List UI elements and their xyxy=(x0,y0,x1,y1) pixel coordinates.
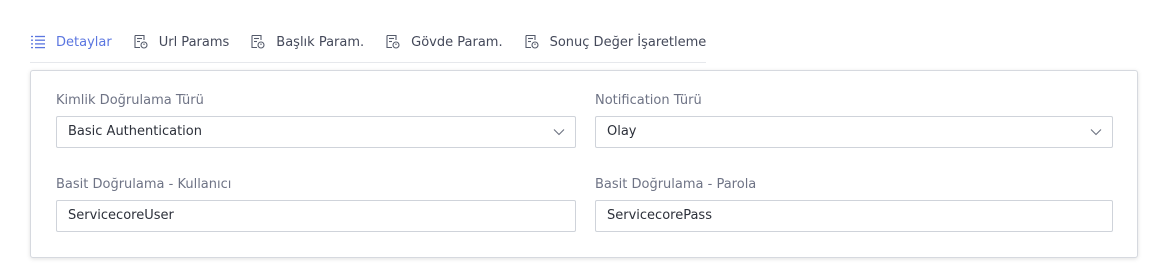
field-label: Basit Doğrulama - Kullanıcı xyxy=(56,177,232,192)
input-value: ServicecoreUser xyxy=(68,208,174,223)
select-value: Basic Authentication xyxy=(68,124,202,139)
tab-details[interactable]: Detaylar xyxy=(30,24,112,60)
tab-label: Url Params xyxy=(158,34,230,50)
tab-label: Gövde Param. xyxy=(411,34,503,50)
field-label: Notification Türü xyxy=(595,93,702,108)
tab-label: Başlık Param. xyxy=(276,34,365,50)
auth-type-select[interactable]: Basic Authentication xyxy=(56,116,576,148)
tab-label: Sonuç Değer İşaretleme xyxy=(549,34,707,50)
chevron-down-icon xyxy=(553,129,565,136)
tab-result-value-marking[interactable]: Sonuç Değer İşaretleme xyxy=(524,24,707,60)
params-icon xyxy=(385,34,401,50)
basic-user-field: Basit Doğrulama - Kullanıcı ServicecoreU… xyxy=(56,176,576,232)
field-label: Kimlik Doğrulama Türü xyxy=(56,93,204,108)
tab-url-params[interactable]: Url Params xyxy=(133,24,230,60)
params-icon xyxy=(524,34,540,50)
params-icon xyxy=(133,34,149,50)
notification-type-field: Notification Türü Olay xyxy=(595,92,1113,148)
input-value: ServicecorePass xyxy=(607,208,712,223)
field-label: Basit Doğrulama - Parola xyxy=(595,177,757,192)
details-panel: Kimlik Doğrulama Türü Basic Authenticati… xyxy=(30,70,1138,258)
tab-label: Detaylar xyxy=(56,34,112,50)
basic-user-input[interactable]: ServicecoreUser xyxy=(56,200,576,232)
notification-type-select[interactable]: Olay xyxy=(595,116,1113,148)
tab-bar: Detaylar Url Params Başlık Param. Gövde … xyxy=(30,22,707,63)
basic-pass-field: Basit Doğrulama - Parola ServicecorePass xyxy=(595,176,1113,232)
list-icon xyxy=(30,34,46,50)
params-icon xyxy=(250,34,266,50)
tab-header-params[interactable]: Başlık Param. xyxy=(250,24,364,60)
tab-body-params[interactable]: Gövde Param. xyxy=(385,24,503,60)
select-value: Olay xyxy=(607,124,637,139)
basic-pass-input[interactable]: ServicecorePass xyxy=(595,200,1113,232)
auth-type-field: Kimlik Doğrulama Türü Basic Authenticati… xyxy=(56,92,576,148)
chevron-down-icon xyxy=(1090,129,1102,136)
